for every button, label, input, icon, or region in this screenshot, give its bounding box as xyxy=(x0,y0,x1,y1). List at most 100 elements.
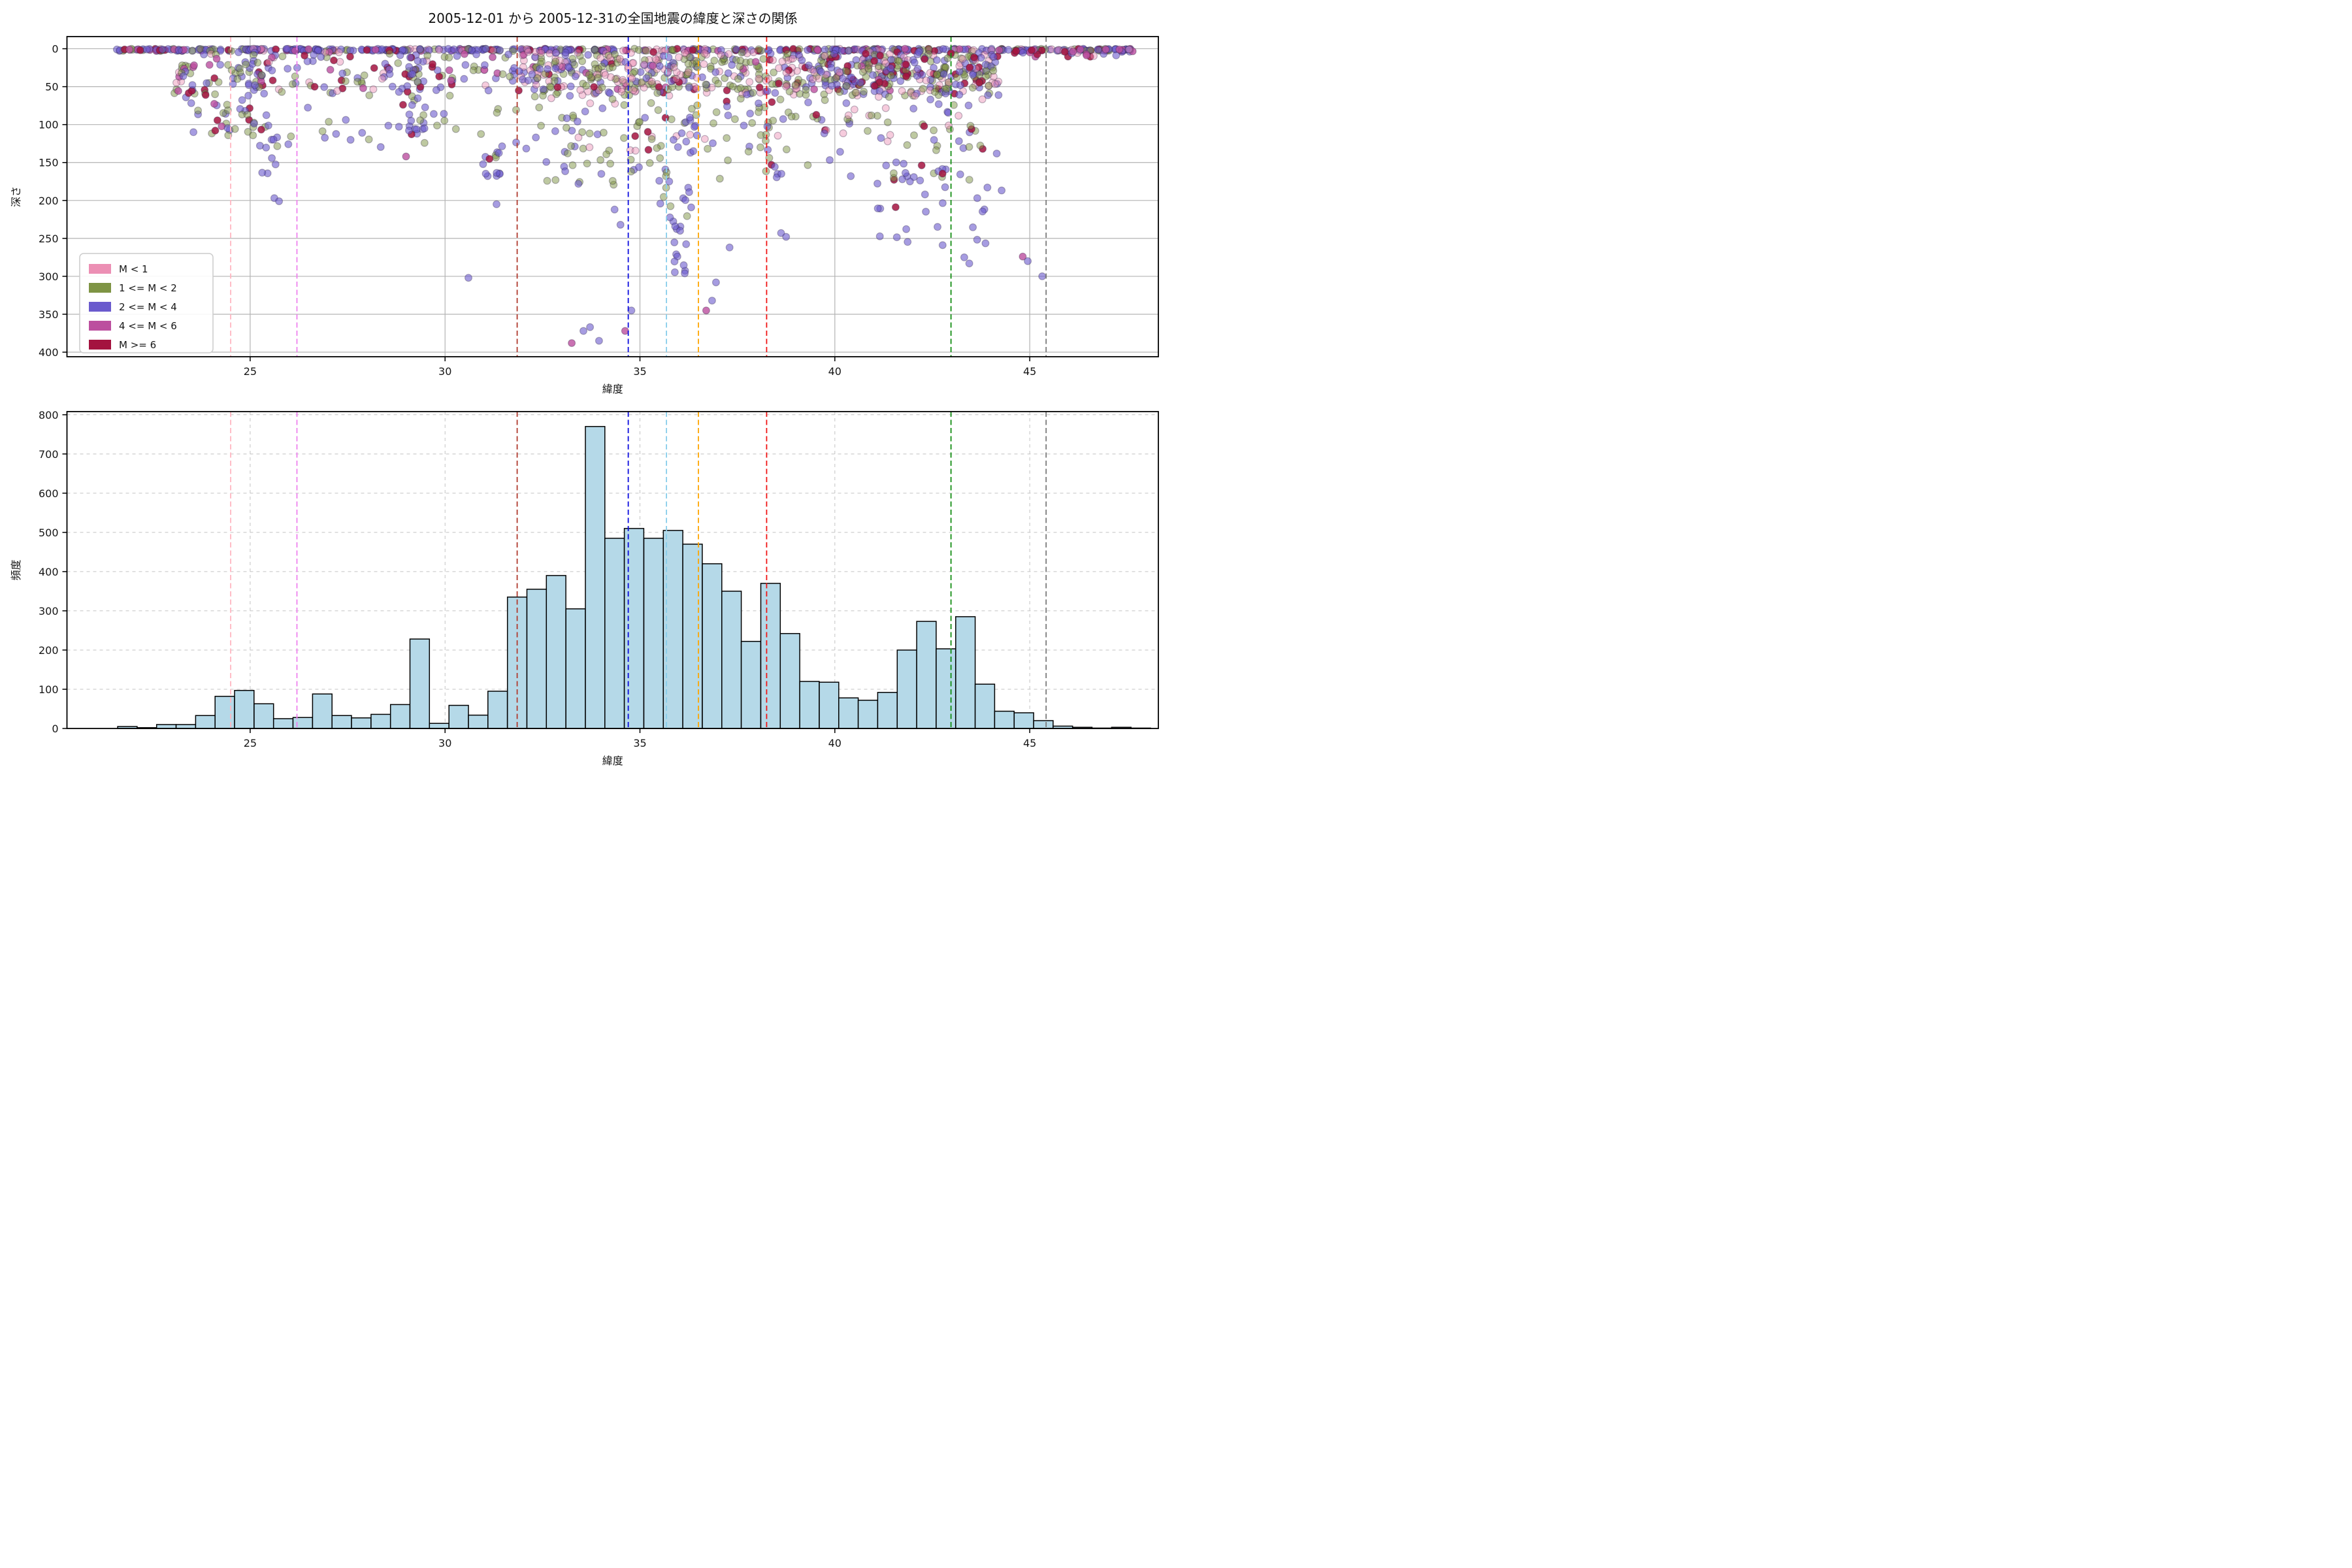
scatter-point xyxy=(836,148,844,156)
scatter-point xyxy=(670,257,679,266)
scatter-point xyxy=(955,112,963,120)
scatter-point xyxy=(693,63,702,72)
scatter-point xyxy=(975,78,984,87)
scatter-point xyxy=(495,149,503,157)
hist-bar xyxy=(974,683,996,729)
hist-bar xyxy=(838,697,859,729)
scatter-point xyxy=(423,51,432,59)
scatter-point xyxy=(655,61,664,70)
scatter-point xyxy=(1115,45,1124,54)
scatter-point xyxy=(802,86,810,94)
scatter-point xyxy=(608,63,617,71)
scatter-point xyxy=(762,167,770,176)
scatter-point xyxy=(214,78,223,86)
tick-label: 300 xyxy=(39,270,59,283)
scatter-point xyxy=(709,119,717,127)
scatter-point xyxy=(325,118,333,126)
scatter-point xyxy=(656,154,664,163)
scatter-point xyxy=(574,180,583,188)
scatter-point xyxy=(189,128,198,137)
scatter-point xyxy=(402,152,410,161)
scatter-point xyxy=(734,74,742,83)
scatter-point xyxy=(440,110,448,118)
scatter-point xyxy=(939,44,947,53)
scatter-point xyxy=(862,50,870,58)
scatter-point xyxy=(485,155,494,163)
scatter-point xyxy=(1024,257,1032,265)
scatter-point xyxy=(620,101,629,109)
scatter-point xyxy=(585,71,593,79)
scatter-point xyxy=(775,64,783,73)
scatter-point xyxy=(317,53,325,61)
scatter-point xyxy=(812,110,821,119)
scatter-point xyxy=(654,106,662,114)
scatter-point xyxy=(804,61,813,69)
scatter-point xyxy=(711,68,720,76)
scatter-point xyxy=(764,146,772,154)
scatter-point xyxy=(644,127,652,136)
scatter-point xyxy=(851,88,860,97)
scatter-point xyxy=(728,82,737,91)
scatter-point xyxy=(304,45,313,54)
scatter-point xyxy=(498,142,506,150)
scatter-point xyxy=(363,46,371,54)
scatter-point xyxy=(576,86,585,94)
scatter-point xyxy=(749,48,758,56)
tick-label: 35 xyxy=(633,365,646,378)
scatter-point xyxy=(582,82,591,90)
legend-item: 4 <= M < 6 xyxy=(89,320,177,332)
scatter-point xyxy=(628,74,636,82)
hist-bar xyxy=(994,710,1015,729)
hist-bar xyxy=(312,693,333,729)
scatter-point xyxy=(644,146,653,154)
scatter-point xyxy=(563,149,572,157)
tick-label: 700 xyxy=(39,448,59,461)
hist-bar xyxy=(429,723,449,729)
scatter-point xyxy=(619,76,627,84)
scatter-point xyxy=(782,82,791,91)
scatter-point xyxy=(512,106,520,114)
scatter-point xyxy=(969,223,977,231)
scatter-point xyxy=(708,139,717,148)
scatter-point xyxy=(973,235,981,244)
scatter-point xyxy=(498,70,507,78)
scatter-point xyxy=(568,339,576,348)
scatter-point xyxy=(1083,51,1091,59)
scatter-point xyxy=(574,48,582,57)
scatter-point xyxy=(821,52,829,60)
tick-label: 600 xyxy=(39,487,59,500)
scatter-point xyxy=(136,46,144,54)
hist-bar xyxy=(370,713,391,729)
scatter-point xyxy=(756,143,764,152)
scatter-point xyxy=(634,163,643,171)
scatter-point xyxy=(700,135,709,143)
scatter-point xyxy=(640,60,648,69)
scatter-point xyxy=(598,83,606,91)
scatter-point xyxy=(926,69,934,77)
scatter-point xyxy=(690,123,698,131)
scatter-point xyxy=(205,61,214,69)
scatter-point xyxy=(911,91,919,100)
scatter-point xyxy=(268,154,276,163)
scatter-point xyxy=(910,58,919,67)
scatter-point xyxy=(200,50,208,59)
scatter-point xyxy=(243,110,252,119)
scatter-point xyxy=(264,122,272,130)
scatter-point xyxy=(684,68,693,76)
scatter-point xyxy=(900,159,908,168)
scatter-point xyxy=(874,93,883,101)
scatter-point xyxy=(898,87,906,95)
scatter-point xyxy=(933,71,941,79)
scatter-point xyxy=(666,213,674,221)
tick-label: 45 xyxy=(1023,365,1036,378)
scatter-point xyxy=(634,46,643,54)
scatter-point xyxy=(777,170,785,178)
scatter-point xyxy=(842,82,851,90)
scatter-point xyxy=(287,132,295,140)
scatter-point xyxy=(522,144,531,153)
scatter-point xyxy=(870,82,879,90)
scatter-point xyxy=(909,131,918,140)
scatter-point xyxy=(568,161,577,169)
scatter-point xyxy=(335,48,343,57)
scatter-point xyxy=(188,81,197,90)
